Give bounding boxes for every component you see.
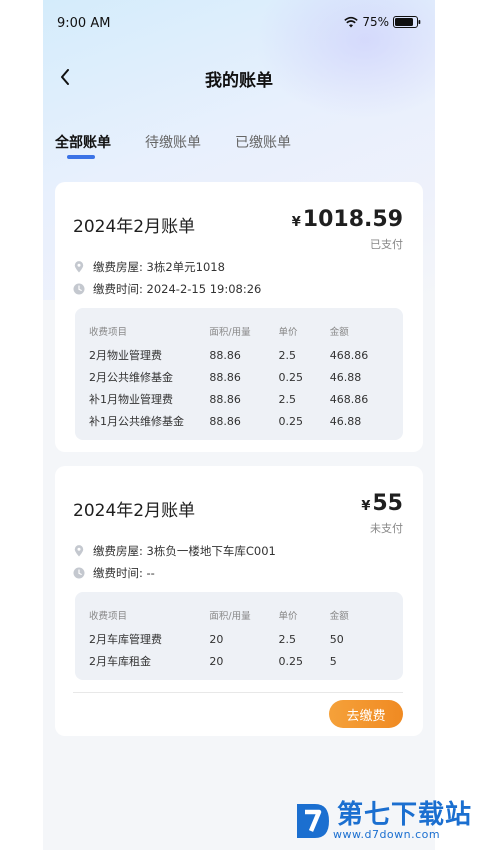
cell-price: 0.25 — [278, 654, 303, 668]
fee-table: 收费项目 面积/用量 单价 金额 2月物业管理费 88.86 2.5 468.8… — [75, 308, 403, 440]
cell-usage: 88.86 — [209, 370, 241, 384]
house-info: 缴费房屋: 3栋负一楼地下车库C001 — [73, 543, 276, 559]
location-pin-icon — [74, 545, 84, 557]
table-row: 2月公共维修基金 88.86 0.25 46.88 — [89, 366, 389, 388]
cell-usage: 20 — [209, 632, 224, 646]
header-usage: 面积/用量 — [209, 611, 251, 622]
watermark: 第七下载站 www.d7down.com — [293, 800, 472, 842]
watermark-text-block: 第七下载站 www.d7down.com — [333, 802, 472, 841]
fee-table: 收费项目 面积/用量 单价 金额 2月车库管理费 20 2.5 50 2月车库租… — [75, 592, 403, 680]
status-right: 75% — [344, 15, 421, 29]
time-label: 缴费时间: -- — [93, 566, 155, 580]
bill-card[interactable]: 2024年2月账单 ¥55 未支付 缴费房屋: 3栋负一楼地下车库C001 缴费… — [55, 466, 423, 736]
clock-icon — [73, 283, 85, 295]
amount-value: 55 — [372, 491, 403, 516]
cell-item: 2月公共维修基金 — [89, 371, 173, 384]
battery-percent: 75% — [362, 15, 389, 29]
tab-all-bills[interactable]: 全部账单 — [55, 132, 111, 162]
cell-amount: 468.86 — [329, 348, 369, 362]
currency-symbol: ¥ — [361, 499, 371, 514]
bill-card[interactable]: 2024年2月账单 ¥1018.59 已支付 缴费房屋: 3栋2单元1018 缴… — [55, 182, 423, 452]
d7-logo-icon — [296, 804, 329, 838]
cell-amount: 46.88 — [329, 370, 362, 384]
cell-usage: 88.86 — [209, 392, 241, 406]
header-usage: 面积/用量 — [209, 327, 251, 338]
tab-pending-bills[interactable]: 待缴账单 — [145, 132, 201, 162]
table-row: 2月车库租金 20 0.25 5 — [89, 650, 389, 672]
table-row: 补1月公共维修基金 88.86 0.25 46.88 — [89, 410, 389, 432]
table-header: 收费项目 面积/用量 单价 金额 — [89, 322, 389, 340]
cell-usage: 20 — [209, 654, 224, 668]
cell-item: 补1月公共维修基金 — [89, 415, 184, 428]
tab-paid-bills[interactable]: 已缴账单 — [235, 132, 291, 162]
frame: 9:00 AM 75% 我的账单 全部账单 待缴账单 已缴账单 2024年2月账… — [0, 0, 478, 850]
header-price: 单价 — [278, 327, 298, 338]
time-info: 缴费时间: 2024-2-15 19:08:26 — [73, 281, 261, 297]
battery-icon — [393, 16, 421, 28]
cell-price: 2.5 — [278, 392, 296, 406]
cell-amount: 50 — [329, 632, 344, 646]
bill-title: 2024年2月账单 — [73, 217, 196, 237]
payment-status: 已支付 — [370, 238, 403, 251]
nav-bar: 我的账单 — [43, 60, 435, 94]
cell-usage: 88.86 — [209, 348, 241, 362]
house-label: 缴费房屋: 3栋2单元1018 — [93, 260, 225, 274]
status-time: 9:00 AM — [57, 16, 111, 31]
cell-item: 补1月物业管理费 — [89, 393, 173, 406]
header-item: 收费项目 — [89, 327, 128, 338]
divider — [73, 692, 403, 693]
phone-screen: 9:00 AM 75% 我的账单 全部账单 待缴账单 已缴账单 2024年2月账… — [43, 0, 435, 850]
cell-usage: 88.86 — [209, 414, 241, 428]
payment-status: 未支付 — [370, 522, 403, 535]
cell-amount: 46.88 — [329, 414, 362, 428]
cell-price: 2.5 — [278, 348, 296, 362]
amount-value: 1018.59 — [302, 207, 403, 232]
table-row: 补1月物业管理费 88.86 2.5 468.86 — [89, 388, 389, 410]
bill-amount: ¥1018.59 — [292, 207, 403, 232]
cell-item: 2月车库管理费 — [89, 633, 162, 646]
cell-amount: 5 — [329, 654, 337, 668]
header-item: 收费项目 — [89, 611, 128, 622]
cell-price: 2.5 — [278, 632, 296, 646]
location-pin-icon — [74, 261, 84, 273]
page-title: 我的账单 — [205, 71, 273, 91]
bill-tabs: 全部账单 待缴账单 已缴账单 — [55, 132, 325, 162]
cell-price: 0.25 — [278, 370, 303, 384]
pay-button[interactable]: 去缴费 — [329, 700, 403, 728]
cell-item: 2月车库租金 — [89, 655, 151, 668]
clock-icon — [73, 567, 85, 579]
cell-item: 2月物业管理费 — [89, 349, 162, 362]
table-header: 收费项目 面积/用量 单价 金额 — [89, 606, 389, 624]
time-info: 缴费时间: -- — [73, 565, 155, 581]
wifi-icon — [344, 16, 359, 28]
watermark-text: 第七下载站 — [336, 799, 472, 830]
cell-amount: 468.86 — [329, 392, 369, 406]
header-amount: 金额 — [329, 611, 349, 622]
header-amount: 金额 — [329, 327, 349, 338]
house-info: 缴费房屋: 3栋2单元1018 — [73, 259, 225, 275]
currency-symbol: ¥ — [291, 215, 301, 230]
table-row: 2月车库管理费 20 2.5 50 — [89, 628, 389, 650]
header-price: 单价 — [278, 611, 298, 622]
cell-price: 0.25 — [278, 414, 303, 428]
bill-amount: ¥55 — [361, 491, 403, 516]
status-bar: 9:00 AM 75% — [43, 0, 435, 46]
house-label: 缴费房屋: 3栋负一楼地下车库C001 — [93, 544, 276, 558]
time-label: 缴费时间: 2024-2-15 19:08:26 — [93, 282, 262, 296]
table-row: 2月物业管理费 88.86 2.5 468.86 — [89, 344, 389, 366]
bill-title: 2024年2月账单 — [73, 501, 196, 521]
